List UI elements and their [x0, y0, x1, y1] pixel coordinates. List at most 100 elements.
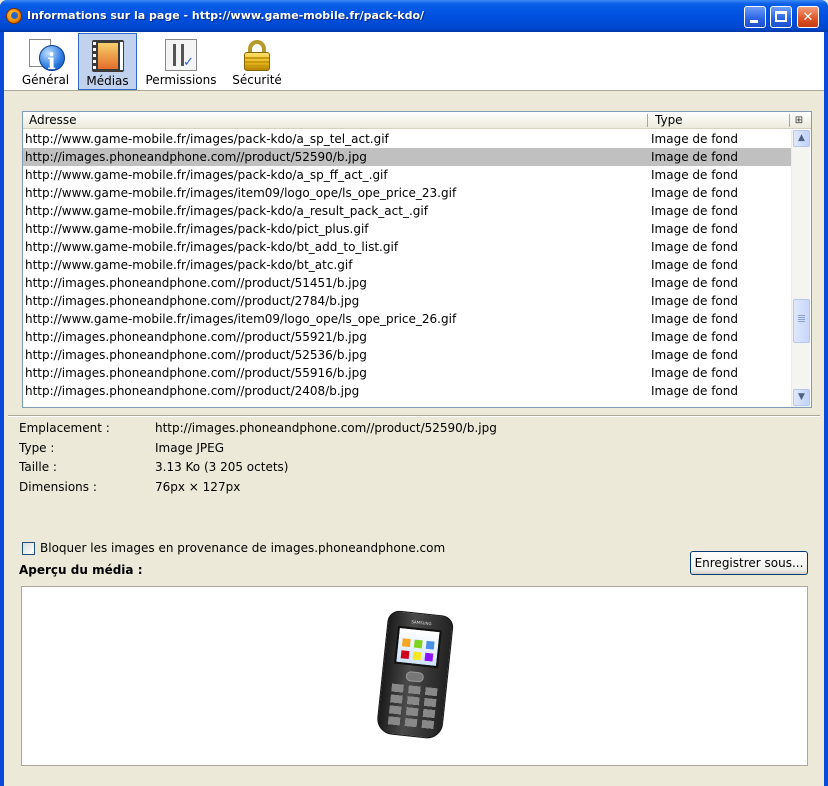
phone-nav-key	[405, 670, 425, 683]
tab-security[interactable]: Sécurité	[228, 33, 286, 90]
column-type[interactable]: Type	[649, 112, 789, 129]
media-list[interactable]: Adresse Type ⊞ http://www.game-mobile.fr…	[22, 111, 812, 408]
row-type: Image de fond	[651, 240, 738, 254]
table-row-selected[interactable]: http://images.phoneandphone.com//product…	[23, 148, 791, 166]
firefox-icon	[6, 8, 22, 24]
close-button[interactable]: ✕	[797, 6, 819, 28]
table-row[interactable]: http://images.phoneandphone.com//product…	[23, 346, 791, 364]
page-info-toolbar: Général Médias Permissions Sécurité	[4, 32, 824, 91]
table-row[interactable]: http://www.game-mobile.fr/images/item09/…	[23, 184, 791, 202]
media-preview: SAMSUNG	[21, 586, 808, 766]
row-type: Image de fond	[651, 330, 738, 344]
row-address: http://www.game-mobile.fr/images/item09/…	[25, 186, 457, 200]
table-row[interactable]: http://www.game-mobile.fr/images/pack-kd…	[23, 256, 791, 274]
table-row[interactable]: http://www.game-mobile.fr/images/pack-kd…	[23, 166, 791, 184]
detail-location-value: http://images.phoneandphone.com//product…	[155, 421, 497, 435]
row-address: http://images.phoneandphone.com//product…	[25, 294, 360, 308]
save-as-button[interactable]: Enregistrer sous...	[690, 551, 808, 575]
detail-location-label: Emplacement :	[19, 421, 110, 435]
table-row[interactable]: http://images.phoneandphone.com//product…	[23, 292, 791, 310]
row-type: Image de fond	[651, 168, 738, 182]
row-type: Image de fond	[651, 312, 738, 326]
table-row[interactable]: http://www.game-mobile.fr/images/pack-kd…	[23, 238, 791, 256]
window-title: Informations sur la page - http://www.ga…	[27, 9, 425, 22]
tab-permissions[interactable]: Permissions	[143, 33, 219, 90]
column-address[interactable]: Adresse	[23, 112, 647, 129]
block-images-label[interactable]: Bloquer les images en provenance de imag…	[40, 541, 445, 555]
table-row[interactable]: http://www.game-mobile.fr/images/pack-kd…	[23, 130, 791, 148]
title-bar[interactable]: Informations sur la page - http://www.ga…	[0, 0, 828, 32]
minimize-icon	[750, 20, 758, 23]
tab-medias-label: Médias	[86, 74, 129, 88]
table-row[interactable]: http://images.phoneandphone.com//product…	[23, 382, 791, 400]
media-list-scrollbar[interactable]: ▲ ▼	[791, 130, 810, 407]
detail-size-label: Taille :	[19, 460, 57, 474]
table-row[interactable]: http://www.game-mobile.fr/images/pack-kd…	[23, 220, 791, 238]
row-address: http://images.phoneandphone.com//product…	[25, 384, 360, 398]
page-info-window: Informations sur la page - http://www.ga…	[0, 0, 828, 786]
row-type: Image de fond	[651, 348, 738, 362]
row-type: Image de fond	[651, 204, 738, 218]
row-type: Image de fond	[651, 258, 738, 272]
column-separator[interactable]	[647, 114, 648, 127]
permissions-icon	[165, 39, 197, 71]
row-type: Image de fond	[651, 222, 738, 236]
scroll-down-icon[interactable]: ▼	[793, 389, 810, 406]
detail-dimensions-label: Dimensions :	[19, 480, 97, 494]
row-type: Image de fond	[651, 294, 738, 308]
detail-type-label: Type :	[19, 441, 55, 455]
row-address: http://www.game-mobile.fr/images/pack-kd…	[25, 258, 353, 272]
row-type: Image de fond	[651, 150, 738, 164]
detail-type-value: Image JPEG	[155, 441, 225, 455]
lock-icon	[241, 39, 273, 71]
info-icon	[38, 45, 65, 75]
scroll-thumb[interactable]	[793, 299, 810, 343]
phone-keypad	[387, 683, 438, 732]
pane-splitter[interactable]	[8, 415, 820, 417]
row-address: http://www.game-mobile.fr/images/pack-kd…	[25, 222, 369, 236]
tab-permissions-label: Permissions	[145, 73, 217, 87]
minimize-button[interactable]	[744, 6, 766, 28]
tab-general[interactable]: Général	[18, 33, 73, 90]
row-type: Image de fond	[651, 276, 738, 290]
lock-body	[244, 52, 270, 71]
phone-body: SAMSUNG	[375, 609, 455, 740]
block-images-checkbox[interactable]	[22, 542, 35, 555]
row-address: http://www.game-mobile.fr/images/pack-kd…	[25, 132, 389, 146]
phone-screen	[394, 625, 442, 669]
tab-security-label: Sécurité	[232, 73, 282, 87]
row-address: http://www.game-mobile.fr/images/pack-kd…	[25, 240, 399, 254]
row-address: http://images.phoneandphone.com//product…	[25, 150, 367, 164]
row-type: Image de fond	[651, 186, 738, 200]
tab-medias[interactable]: Médias	[78, 33, 137, 90]
film-icon	[91, 40, 124, 72]
row-address: http://images.phoneandphone.com//product…	[25, 276, 367, 290]
maximize-icon	[775, 11, 787, 22]
row-type: Image de fond	[651, 366, 738, 380]
close-icon: ✕	[802, 9, 814, 25]
row-address: http://www.game-mobile.fr/images/pack-kd…	[25, 168, 388, 182]
tab-general-label: Général	[21, 73, 70, 87]
dialog-client: Général Médias Permissions Sécurité Adre…	[4, 32, 824, 786]
table-row[interactable]: http://images.phoneandphone.com//product…	[23, 364, 791, 382]
row-address: http://www.game-mobile.fr/images/item09/…	[25, 312, 457, 326]
detail-size-value: 3.13 Ko (3 205 octets)	[155, 460, 289, 474]
row-address: http://www.game-mobile.fr/images/pack-kd…	[25, 204, 428, 218]
phone-image: SAMSUNG	[375, 609, 459, 741]
row-address: http://images.phoneandphone.com//product…	[25, 330, 367, 344]
row-address: http://images.phoneandphone.com//product…	[25, 366, 367, 380]
scroll-up-icon[interactable]: ▲	[793, 130, 810, 147]
row-type: Image de fond	[651, 384, 738, 398]
row-type: Image de fond	[651, 132, 738, 146]
column-separator[interactable]	[789, 114, 790, 127]
table-row[interactable]: http://www.game-mobile.fr/images/item09/…	[23, 310, 791, 328]
table-row[interactable]: http://images.phoneandphone.com//product…	[23, 274, 791, 292]
phone-brand: SAMSUNG	[411, 619, 432, 627]
preview-title: Aperçu du média :	[19, 563, 143, 577]
column-picker-icon[interactable]: ⊞	[792, 114, 806, 127]
media-list-header: Adresse Type ⊞	[23, 112, 811, 129]
table-row[interactable]: http://images.phoneandphone.com//product…	[23, 328, 791, 346]
maximize-button[interactable]	[770, 6, 792, 28]
row-address: http://images.phoneandphone.com//product…	[25, 348, 367, 362]
table-row[interactable]: http://www.game-mobile.fr/images/pack-kd…	[23, 202, 791, 220]
